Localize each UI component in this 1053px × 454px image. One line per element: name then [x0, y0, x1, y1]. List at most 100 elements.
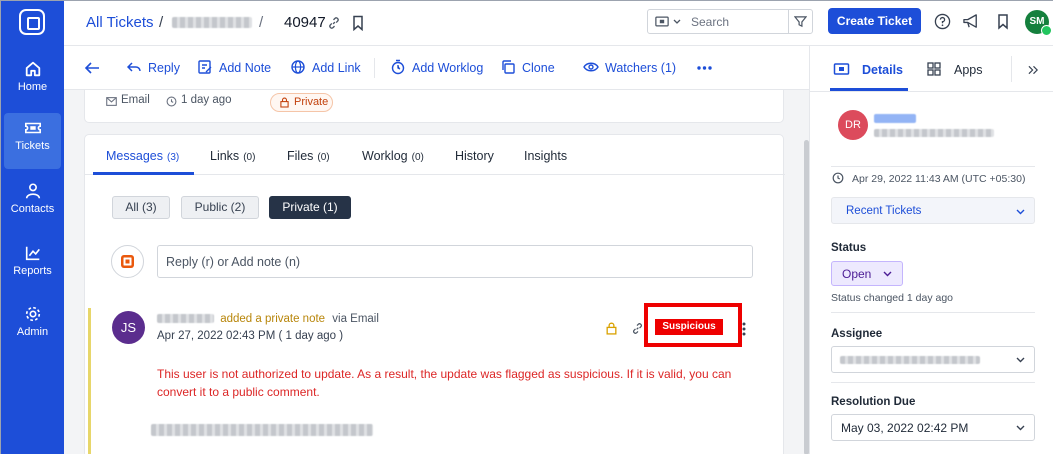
lock-icon — [280, 97, 289, 108]
ticket-channel: Email — [121, 94, 150, 106]
tab-files-count: (0) — [317, 152, 330, 163]
assignee-select[interactable] — [831, 346, 1035, 373]
watchers-label: Watchers (1) — [605, 61, 677, 75]
tab-files-label: Files — [287, 149, 314, 163]
filter-public[interactable]: Public (2) — [181, 196, 259, 219]
redacted-requester-name — [172, 17, 252, 28]
left-nav-rail: Home Tickets Contacts Reports Admin — [1, 1, 64, 454]
reply-note-input[interactable]: Reply (r) or Add note (n) — [157, 245, 753, 278]
conversation-card: Messages (3) Links (0) Files (0) Worklog (0)… — [84, 134, 785, 454]
breadcrumb-separator: / — [159, 14, 164, 31]
breadcrumb-separator-2: / — [259, 14, 264, 31]
chevron-down-icon — [1016, 357, 1025, 363]
details-tabs: Details Apps — [810, 46, 1053, 92]
search-input[interactable]: Search — [691, 15, 729, 29]
online-status-icon — [1041, 25, 1052, 36]
ticket-icon — [833, 63, 850, 75]
app-logo-icon[interactable] — [19, 9, 45, 35]
tab-apps[interactable]: Apps — [954, 63, 983, 77]
collapse-panel-icon[interactable] — [1028, 65, 1039, 75]
active-tab-indicator — [93, 172, 194, 175]
apps-grid-icon — [927, 62, 941, 76]
worklog-timer-icon — [391, 59, 405, 75]
nav-reports[interactable]: Reports — [1, 238, 64, 294]
history-clock-icon — [166, 96, 177, 107]
announcement-icon[interactable] — [962, 13, 981, 30]
ticket-type-icon[interactable] — [655, 16, 669, 27]
user-avatar[interactable]: SM — [1025, 10, 1052, 36]
home-icon — [25, 61, 40, 77]
chevron-down-icon — [1016, 209, 1025, 215]
divider — [831, 312, 1035, 313]
redacted-signature — [151, 424, 373, 436]
back-arrow-icon[interactable] — [84, 61, 100, 75]
breadcrumb-all-tickets[interactable]: All Tickets — [86, 14, 154, 31]
person-icon — [25, 183, 40, 199]
assignee-label: Assignee — [831, 328, 883, 340]
permalink-icon[interactable] — [631, 322, 644, 335]
link-icon[interactable] — [327, 16, 341, 30]
create-ticket-button[interactable]: Create Ticket — [828, 8, 921, 34]
private-note-indicator — [88, 308, 91, 454]
message-header: added a private note via Email — [157, 313, 379, 325]
nav-home-label: Home — [17, 81, 48, 93]
nav-contacts[interactable]: Contacts — [1, 176, 64, 232]
redacted-contact-name[interactable] — [874, 114, 916, 123]
status-value: Open — [842, 267, 872, 281]
recent-tickets-label: Recent Tickets — [846, 205, 922, 217]
message-action: added a private note — [220, 313, 326, 325]
tab-worklog-label: Worklog — [362, 149, 408, 163]
recent-tickets-dropdown[interactable]: Recent Tickets — [831, 197, 1035, 224]
search-box[interactable]: Search — [647, 9, 813, 34]
tab-messages-label: Messages — [106, 149, 163, 163]
tab-details[interactable]: Details — [862, 63, 903, 77]
message-menu-icon[interactable] — [742, 322, 746, 336]
status-label: Status — [831, 242, 867, 254]
tab-insights[interactable]: Insights — [524, 149, 567, 163]
gear-icon — [25, 306, 40, 322]
add-note-label: Add Note — [219, 61, 272, 75]
eye-icon — [583, 62, 599, 72]
filter-icon[interactable] — [794, 15, 807, 28]
more-options-icon[interactable] — [697, 66, 712, 70]
resolution-due-select[interactable]: May 03, 2022 02:42 PM — [831, 414, 1035, 441]
nav-home[interactable]: Home — [1, 54, 64, 110]
top-header: All Tickets / / 40947 Search Create Tick… — [64, 1, 1053, 46]
resolution-due-label: Resolution Due — [831, 396, 916, 408]
redacted-contact-email — [874, 129, 994, 137]
nav-tickets-label: Tickets — [15, 140, 50, 152]
tab-worklog[interactable]: Worklog (0) — [362, 149, 424, 163]
chevron-down-icon — [1016, 425, 1025, 431]
bookmarks-icon[interactable] — [997, 13, 1009, 30]
filter-all[interactable]: All (3) — [112, 196, 170, 219]
private-badge: Private — [270, 93, 333, 112]
nav-tickets[interactable]: Tickets — [4, 113, 61, 169]
divider — [831, 382, 1035, 383]
help-icon[interactable] — [934, 13, 951, 30]
ticket-age: 1 day ago — [181, 94, 232, 106]
add-link-label: Add Link — [312, 61, 361, 75]
tab-links[interactable]: Links (0) — [210, 149, 255, 163]
message-timestamp: Apr 27, 2022 02:43 PM ( 1 day ago ) — [157, 330, 344, 342]
tab-insights-label: Insights — [524, 149, 568, 163]
tab-files[interactable]: Files (0) — [287, 149, 330, 163]
ticket-toolbar: Reply Add Note Add Link Add Worklog Clon… — [64, 46, 809, 90]
reply-note-placeholder: Reply (r) or Add note (n) — [166, 255, 301, 269]
nav-admin-label: Admin — [16, 326, 49, 338]
nav-contacts-label: Contacts — [10, 203, 55, 215]
conversation-tabs: Messages (3) Links (0) Files (0) Worklog (0)… — [85, 135, 785, 175]
contact-avatar: DR — [838, 110, 868, 140]
chevron-down-icon[interactable] — [673, 19, 681, 25]
email-icon — [106, 97, 117, 106]
reply-icon — [126, 62, 141, 72]
status-dropdown[interactable]: Open — [831, 261, 903, 286]
toolbar-divider — [374, 58, 375, 78]
tab-history[interactable]: History — [455, 149, 494, 163]
redacted-assignee — [840, 356, 980, 364]
filter-private[interactable]: Private (1) — [269, 196, 351, 219]
bookmark-icon[interactable] — [352, 15, 364, 31]
lock-icon — [606, 322, 617, 335]
tab-history-label: History — [455, 149, 494, 163]
tab-messages[interactable]: Messages (3) — [106, 149, 179, 163]
nav-admin[interactable]: Admin — [1, 299, 64, 355]
